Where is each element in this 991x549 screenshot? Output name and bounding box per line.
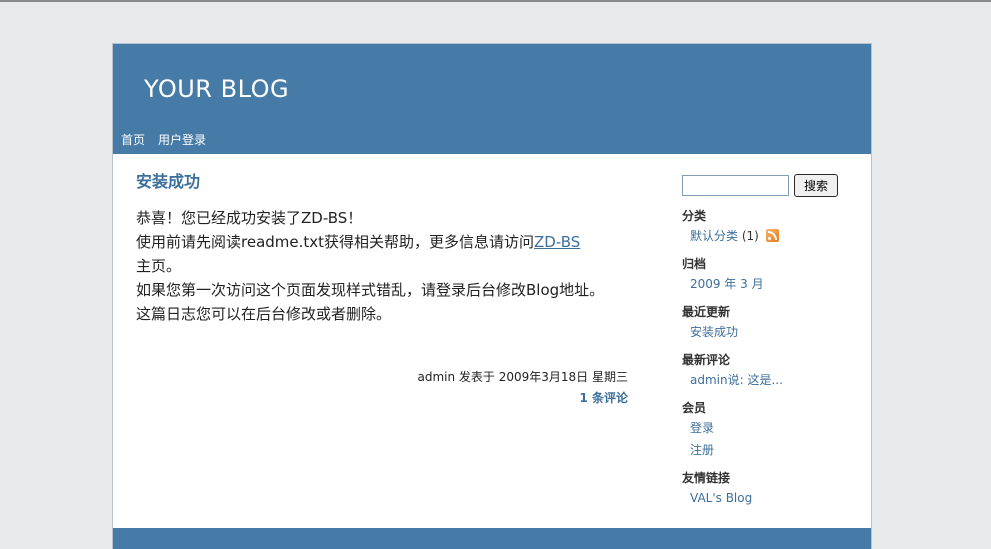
post-line-edit-hint: 这篇日志您可以在后台修改或者删除。: [136, 305, 392, 323]
recent-comment-link[interactable]: admin说: 这是...: [690, 373, 783, 387]
archive-month-link[interactable]: 2009 年 3 月: [690, 277, 764, 291]
post-title[interactable]: 安装成功: [136, 172, 636, 192]
post-homepage-text: 主页。: [136, 257, 182, 275]
list-item: 2009 年 3 月: [690, 273, 862, 295]
sidebar: 搜索 分类 默认分类 (1) 归档 2009 年 3 月 最近更新 安装成功 最…: [682, 174, 862, 517]
blog-title[interactable]: YOUR BLOG: [144, 75, 289, 103]
list-item: 默认分类 (1): [690, 225, 862, 247]
list-item: 安装成功: [690, 321, 862, 343]
search-form: 搜索: [682, 174, 862, 197]
post-author-date: admin 发表于 2009年3月18日 星期三: [417, 370, 629, 384]
member-register-link[interactable]: 注册: [690, 443, 714, 457]
widget-links-title: 友情链接: [682, 471, 731, 485]
nav-home-link[interactable]: 首页: [121, 131, 145, 148]
list-item: 注册: [690, 439, 862, 461]
header-banner: YOUR BLOG 首页 用户登录: [113, 44, 871, 154]
widget-recent-comments: 最新评论 admin说: 这是...: [682, 351, 862, 391]
post-readme-text: 使用前请先阅读readme.txt获得相关帮助，更多信息请访问: [136, 233, 535, 251]
widget-links: 友情链接 VAL's Blog: [682, 469, 862, 509]
top-nav: 首页 用户登录: [121, 131, 206, 148]
widget-categories-title: 分类: [682, 209, 707, 223]
post-comments-link[interactable]: 1 条评论: [579, 388, 628, 409]
zd-bs-link[interactable]: ZD-BS: [534, 233, 580, 251]
window-top-rule: [0, 0, 991, 2]
footer-bar: [113, 528, 871, 549]
friend-link-val-blog[interactable]: VAL's Blog: [690, 491, 752, 505]
post-body: 恭喜！您已经成功安装了ZD-BS！ 使用前请先阅读readme.txt获得相关帮…: [136, 206, 614, 326]
category-default-link[interactable]: 默认分类: [690, 229, 738, 243]
search-button[interactable]: 搜索: [794, 174, 839, 197]
list-item: VAL's Blog: [690, 487, 862, 509]
widget-recent-posts: 最近更新 安装成功: [682, 303, 862, 343]
post-line-congrats: 恭喜！您已经成功安装了ZD-BS！: [136, 209, 363, 227]
widget-members-title: 会员: [682, 401, 707, 415]
widget-recent-comments-title: 最新评论: [682, 353, 731, 367]
category-count: (1): [741, 229, 759, 243]
list-item: 登录: [690, 417, 862, 439]
rss-feed-icon[interactable]: [765, 229, 779, 242]
widget-members: 会员 登录 注册: [682, 399, 862, 461]
list-item: admin说: 这是...: [690, 369, 862, 391]
member-login-link[interactable]: 登录: [690, 421, 714, 435]
widget-categories: 分类 默认分类 (1): [682, 207, 862, 247]
nav-login-link[interactable]: 用户登录: [158, 131, 206, 148]
post-line-readme: 使用前请先阅读readme.txt获得相关帮助，更多信息请访问ZD-BS 主页。: [136, 230, 614, 278]
widget-archives: 归档 2009 年 3 月: [682, 255, 862, 295]
post-line-style-hint: 如果您第一次访问这个页面发现样式错乱，请登录后台修改Blog地址。: [136, 281, 605, 299]
page-frame: YOUR BLOG 首页 用户登录 安装成功 恭喜！您已经成功安装了ZD-BS！…: [112, 43, 872, 549]
post-meta: admin 发表于 2009年3月18日 星期三 1 条评论: [136, 367, 629, 409]
widget-recent-posts-title: 最近更新: [682, 305, 731, 319]
recent-post-link[interactable]: 安装成功: [690, 325, 738, 339]
widget-archives-title: 归档: [682, 257, 707, 271]
search-input[interactable]: [682, 175, 789, 196]
post-area: 安装成功 恭喜！您已经成功安装了ZD-BS！ 使用前请先阅读readme.txt…: [136, 172, 636, 405]
